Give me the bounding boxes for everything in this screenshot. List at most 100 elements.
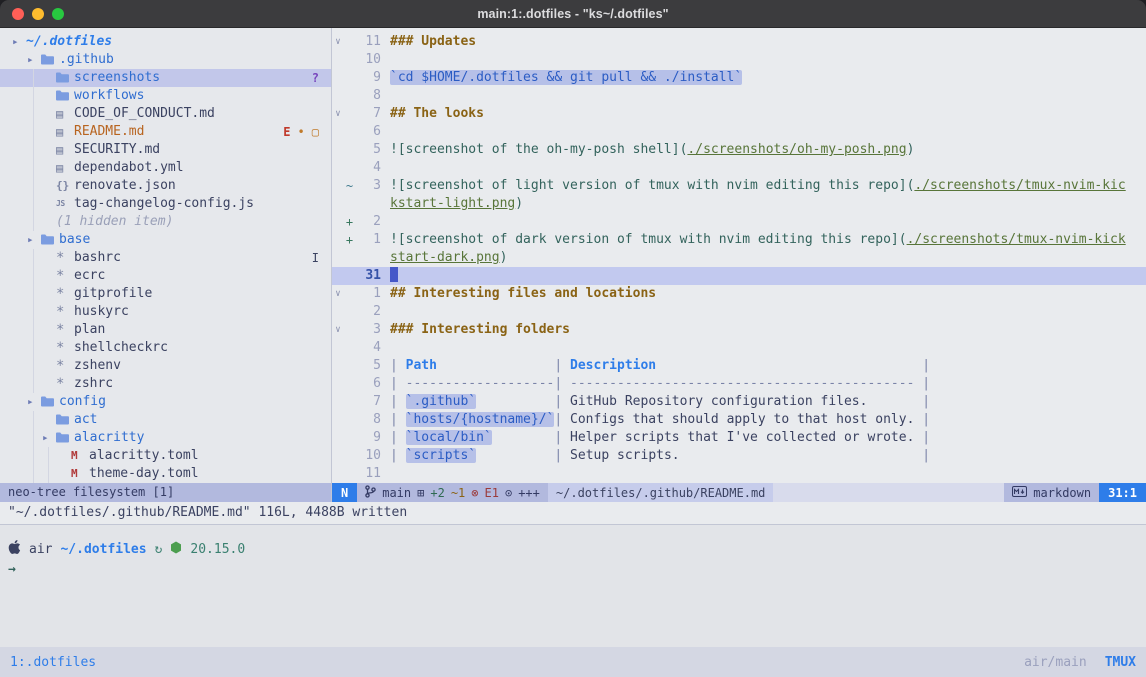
tree-item-badges: I (312, 249, 319, 267)
editor-line[interactable]: 9`cd $HOME/.dotfiles && git pull && ./in… (332, 69, 1146, 87)
editor-line[interactable]: +1![screenshot of dark version of tmux w… (332, 231, 1146, 249)
tree-item-renovate-json[interactable]: {}renovate.json (0, 177, 331, 195)
indent-guide (27, 69, 42, 87)
line-text: ## The looks (390, 105, 484, 123)
tree-item-shellcheckrc[interactable]: *shellcheckrc (0, 339, 331, 357)
editor-line[interactable]: 5| Path | Description | (332, 357, 1146, 375)
editor-line[interactable]: 8 (332, 87, 1146, 105)
editor-pane: ∨11### Updates109`cd $HOME/.dotfiles && … (331, 28, 1146, 502)
tree-item-1-hidden-item[interactable]: (1 hidden item) (0, 213, 331, 231)
tree-item-act[interactable]: act (0, 411, 331, 429)
tree-item-screenshots[interactable]: screenshots? (0, 69, 331, 87)
indent-guide (27, 159, 42, 177)
editor-line[interactable]: kstart-light.png) (332, 195, 1146, 213)
expander-icon[interactable]: ▸ (27, 51, 41, 69)
expander-icon[interactable]: ▸ (12, 33, 26, 51)
tree-item-theme-day-toml[interactable]: Mtheme-day.toml (0, 465, 331, 483)
fold-icon[interactable]: ∨ (332, 105, 344, 123)
tree-item-github[interactable]: ▸.github (0, 51, 331, 69)
expander-icon[interactable]: ▸ (42, 429, 56, 447)
tree-item-label: huskyrc (74, 303, 129, 321)
indent-guide (12, 231, 27, 249)
line-number: 10 (355, 447, 390, 465)
tree-item-label: workflows (74, 87, 144, 105)
tree-item-gitprofile[interactable]: *gitprofile (0, 285, 331, 303)
editor-line[interactable]: 7| `.github` | GitHub Repository configu… (332, 393, 1146, 411)
fold-icon[interactable]: ∨ (332, 285, 344, 303)
tree-item-tag-changelog-config-js[interactable]: JStag-changelog-config.js (0, 195, 331, 213)
editor-line[interactable]: ∨7## The looks (332, 105, 1146, 123)
tree-item-plan[interactable]: *plan (0, 321, 331, 339)
tree-item-dotfiles[interactable]: ▸~/.dotfiles (0, 33, 331, 51)
editor-line[interactable]: 6| -------------------| ----------------… (332, 375, 1146, 393)
editor-buffer[interactable]: ∨11### Updates109`cd $HOME/.dotfiles && … (332, 28, 1146, 483)
config-icon: * (56, 249, 74, 267)
tree-item-workflows[interactable]: workflows (0, 87, 331, 105)
config-icon: * (56, 339, 74, 357)
tree-item-readme-md[interactable]: ▤README.mdE•▢ (0, 123, 331, 141)
editor-line[interactable]: +2 (332, 213, 1146, 231)
indent-guide (27, 375, 42, 393)
expander-icon[interactable]: ▸ (27, 231, 41, 249)
tree-item-label: alacritty (74, 429, 144, 447)
indent-guide (12, 69, 27, 87)
tree-item-alacritty[interactable]: ▸ alacritty (0, 429, 331, 447)
line-text: `cd $HOME/.dotfiles && git pull && ./ins… (390, 69, 742, 87)
tree-item-base[interactable]: ▸base (0, 231, 331, 249)
tree-item-code-of-conduct-md[interactable]: ▤CODE_OF_CONDUCT.md (0, 105, 331, 123)
tree-item-security-md[interactable]: ▤SECURITY.md (0, 141, 331, 159)
tree-item-label: theme-day.toml (89, 465, 199, 483)
indent-guide (12, 465, 27, 483)
doc-icon: ▤ (56, 159, 74, 177)
tree-item-zshrc[interactable]: *zshrc (0, 375, 331, 393)
editor-line[interactable]: ~3![screenshot of light version of tmux … (332, 177, 1146, 195)
tree-item-dependabot-yml[interactable]: ▤dependabot.yml (0, 159, 331, 177)
editor-line[interactable]: ∨3### Interesting folders (332, 321, 1146, 339)
editor-line[interactable]: ∨1## Interesting files and locations (332, 285, 1146, 303)
indent-guide (42, 465, 57, 483)
editor-line[interactable]: 2 (332, 303, 1146, 321)
tree-item-ecrc[interactable]: *ecrc (0, 267, 331, 285)
editor-line[interactable]: 6 (332, 123, 1146, 141)
editor-line[interactable]: 4 (332, 159, 1146, 177)
tree-item-bashrc[interactable]: *bashrcI (0, 249, 331, 267)
fold-icon[interactable]: ∨ (332, 33, 344, 51)
tree-item-zshenv[interactable]: *zshenv (0, 357, 331, 375)
fold-icon[interactable]: ∨ (332, 321, 344, 339)
tmux-pane-shell[interactable]: air ~/.dotfiles ↻ 20.15.0 → (0, 524, 1146, 647)
editor-line[interactable]: 31 (332, 267, 1146, 285)
expander-icon[interactable]: ▸ (27, 393, 41, 411)
titlebar[interactable]: main:1:.dotfiles - "ks~/.dotfiles" (0, 0, 1146, 28)
line-text: | `.github` | GitHub Repository configur… (390, 393, 930, 411)
cursor (390, 267, 398, 282)
tree-item-alacritty-toml[interactable]: Malacritty.toml (0, 447, 331, 465)
editor-line[interactable]: 4 (332, 339, 1146, 357)
editor-line[interactable]: 5![screenshot of the oh-my-posh shell](.… (332, 141, 1146, 159)
doc-icon: ▤ (56, 141, 74, 159)
line-text: ### Updates (390, 33, 476, 51)
badge-ibeam: I (312, 249, 319, 267)
tmux-window-label[interactable]: 1:.dotfiles (10, 655, 96, 670)
editor-line[interactable]: start-dark.png) (332, 249, 1146, 267)
indent-guide (12, 177, 27, 195)
indent-guide (12, 357, 27, 375)
line-text (390, 267, 398, 285)
close-button[interactable] (12, 8, 24, 20)
editor-line[interactable]: 10 (332, 51, 1146, 69)
editor-line[interactable]: 9| `local/bin` | Helper scripts that I'v… (332, 429, 1146, 447)
editor-line[interactable]: 8| `hosts/{hostname}/`| Configs that sho… (332, 411, 1146, 429)
minimize-button[interactable] (32, 8, 44, 20)
indent-guide (27, 303, 42, 321)
indent-guide (12, 429, 27, 447)
editor-line[interactable]: 10| `scripts` | Setup scripts. | (332, 447, 1146, 465)
config-icon: * (56, 375, 74, 393)
tree-item-label: ~/.dotfiles (26, 33, 112, 51)
indent-guide (27, 177, 42, 195)
zoom-button[interactable] (52, 8, 64, 20)
editor-line[interactable]: ∨11### Updates (332, 33, 1146, 51)
indent-guide (12, 51, 27, 69)
editor-line[interactable]: 11 (332, 465, 1146, 483)
tree-item-huskyrc[interactable]: *huskyrc (0, 303, 331, 321)
line-number: 4 (355, 159, 390, 177)
tree-item-config[interactable]: ▸config (0, 393, 331, 411)
